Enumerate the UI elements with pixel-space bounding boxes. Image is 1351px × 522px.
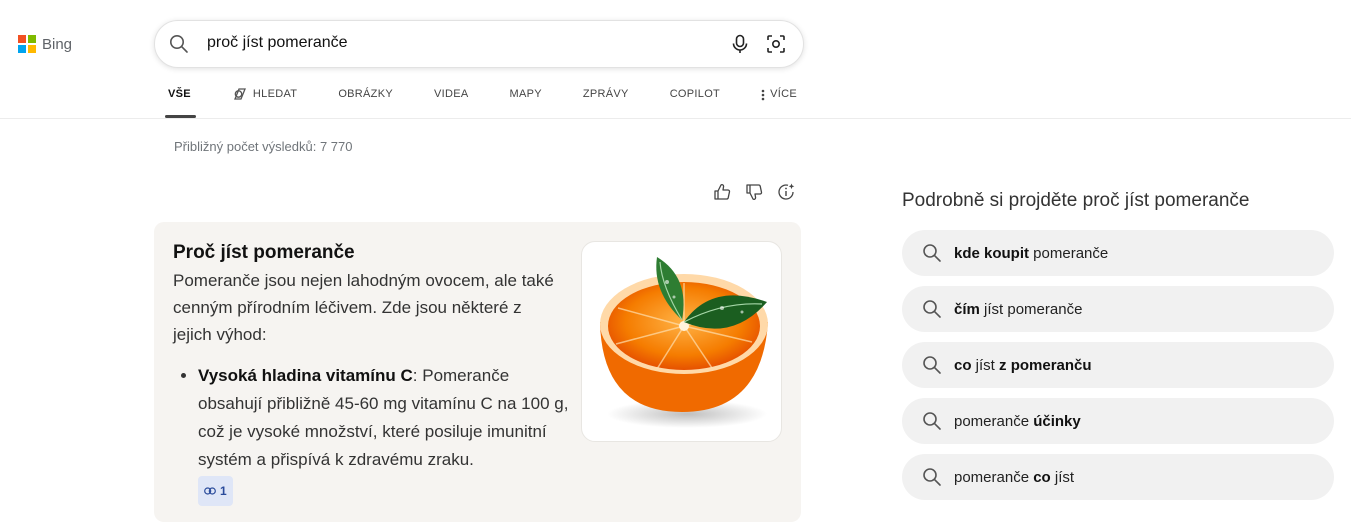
- bullet-heading: Vysoká hladina vitamínu C: [198, 366, 413, 385]
- related-search-text: kde koupit pomeranče: [954, 244, 1109, 262]
- more-vertical-icon: [761, 89, 765, 101]
- related-searches: kde koupit pomeranče čím jíst pomeranče …: [902, 230, 1334, 510]
- search-box[interactable]: proč jíst pomeranče: [154, 20, 804, 68]
- tab-label: ZPRÁVY: [582, 88, 629, 100]
- tab-more[interactable]: VÍCE: [761, 88, 797, 118]
- related-search-text: co jíst z pomeranču: [954, 356, 1092, 374]
- thumbs-down-icon[interactable]: [744, 182, 764, 202]
- list-item: Vysoká hladina vitamínu C: Pomeranče obs…: [198, 362, 578, 506]
- answer-bullets: Vysoká hladina vitamínu C: Pomeranče obs…: [180, 362, 578, 506]
- related-search-item[interactable]: kde koupit pomeranče: [902, 230, 1334, 276]
- tab-all[interactable]: VŠE: [165, 88, 196, 118]
- answer-card: Proč jíst pomeranče Pomeranče jsou nejen…: [154, 222, 801, 522]
- search-tabs: VŠE HLEDAT OBRÁZKY VIDEA MAPY ZPRÁVY COP…: [165, 88, 838, 118]
- header-divider: [0, 118, 1351, 119]
- answer-intro: Pomeranče jsou nejen lahodným ovocem, al…: [173, 271, 554, 344]
- search-icon: [923, 300, 941, 318]
- related-search-text: pomeranče co jíst: [954, 468, 1075, 486]
- related-search-text: čím jíst pomeranče: [954, 300, 1083, 318]
- tab-images[interactable]: OBRÁZKY: [338, 88, 393, 118]
- link-icon: [204, 487, 216, 495]
- related-search-item[interactable]: pomeranče co jíst: [902, 454, 1334, 500]
- search-input[interactable]: proč jíst pomeranče: [207, 34, 348, 52]
- tab-label: OBRÁZKY: [338, 88, 393, 100]
- bing-logo[interactable]: Bing: [18, 35, 72, 53]
- related-search-item[interactable]: pomeranče účinky: [902, 398, 1334, 444]
- citation-number: 1: [220, 484, 227, 498]
- orange-image[interactable]: [581, 241, 782, 442]
- tab-label: VÍCE: [770, 88, 797, 100]
- microphone-icon[interactable]: [729, 33, 751, 55]
- related-title: Podrobně si projděte proč jíst pomeranče: [902, 190, 1250, 211]
- related-search-item[interactable]: co jíst z pomeranču: [902, 342, 1334, 388]
- search-icon: [923, 244, 941, 262]
- tab-label: MAPY: [509, 88, 542, 100]
- search-icon: [923, 468, 941, 486]
- tab-label: VŠE: [168, 88, 191, 100]
- tab-copilot[interactable]: COPILOT: [670, 88, 720, 118]
- microsoft-logo-icon: [18, 35, 36, 53]
- copilot-search-icon: [233, 88, 246, 100]
- tab-videos[interactable]: VIDEA: [434, 88, 469, 118]
- visual-search-icon[interactable]: [765, 33, 787, 55]
- tab-news[interactable]: ZPRÁVY: [583, 88, 629, 118]
- tab-label: VIDEA: [433, 88, 469, 100]
- sparkle-info-icon[interactable]: [776, 182, 796, 202]
- halved-orange-image: [600, 257, 768, 428]
- tab-label: COPILOT: [669, 88, 721, 100]
- thumbs-up-icon[interactable]: [712, 182, 732, 202]
- brand-name: Bing: [42, 35, 73, 53]
- answer-title: Proč jíst pomeranče: [173, 242, 355, 263]
- related-search-item[interactable]: čím jíst pomeranče: [902, 286, 1334, 332]
- search-icon: [923, 412, 941, 430]
- search-icon: [923, 356, 941, 374]
- citation-badge[interactable]: 1: [198, 476, 233, 506]
- tab-search[interactable]: HLEDAT: [232, 88, 297, 118]
- search-icon[interactable]: [169, 34, 189, 54]
- answer-feedback: [712, 182, 796, 202]
- tab-label: HLEDAT: [252, 88, 298, 100]
- related-search-text: pomeranče účinky: [954, 412, 1081, 430]
- tab-maps[interactable]: MAPY: [510, 88, 542, 118]
- results-count: Přibližný počet výsledků: 7 770: [174, 139, 353, 154]
